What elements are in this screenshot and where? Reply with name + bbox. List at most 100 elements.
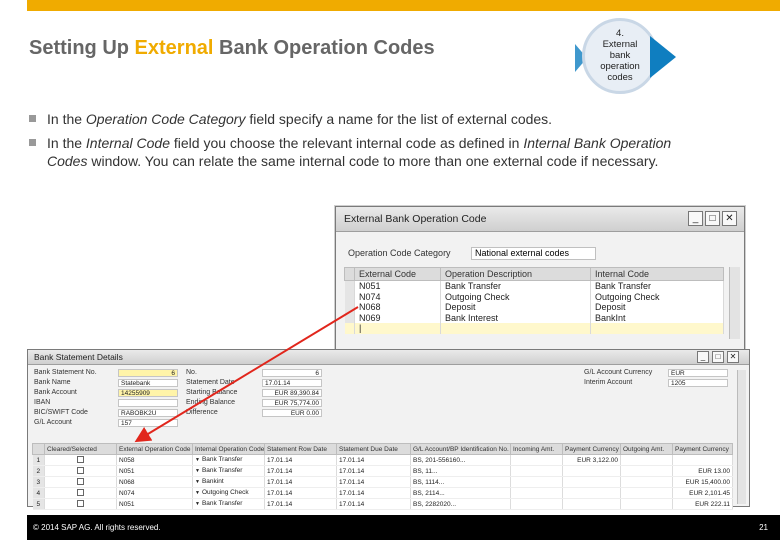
statement-date-field[interactable]: 17.01.14 [262,379,322,387]
table-row[interactable]: N068 Deposit Deposit [344,302,724,313]
description-cell[interactable]: Bank Transfer [440,280,591,292]
internal-code-cell[interactable]: Outgoing Check [590,291,724,302]
bank-statement-no-field[interactable]: 6 [118,369,178,377]
row-date-cell[interactable]: 17.01.14 [264,498,337,510]
payment-currency-cell[interactable]: EUR 3,122.00 [562,454,621,466]
column-header[interactable]: Statement Due Date [336,443,411,455]
column-header[interactable]: Statement Row Date [264,443,337,455]
external-code-cell[interactable]: N068 [116,476,193,488]
dropdown-arrow-icon[interactable]: ▼ [195,489,200,498]
outgoing-amount-cell[interactable] [620,454,673,466]
payment-currency-cell[interactable] [672,454,733,466]
column-header[interactable]: External Operation Code [116,443,193,455]
internal-code-cell[interactable]: ▼ Bank Transfer [192,498,265,510]
payment-currency-cell[interactable]: EUR 222.11 [672,498,733,510]
outgoing-amount-cell[interactable] [620,476,673,488]
incoming-amount-cell[interactable] [510,465,563,477]
internal-code-cell[interactable]: ▼ Bank Transfer [192,465,265,477]
cleared-checkbox-cell[interactable] [44,487,117,499]
starting-balance-field[interactable]: EUR 89,390.84 [262,389,322,397]
internal-code-cell[interactable]: Bank Transfer [590,280,724,292]
due-date-cell[interactable]: 17.01.14 [336,476,411,488]
dropdown-arrow-icon[interactable]: ▼ [195,467,200,476]
row-date-cell[interactable]: 17.01.14 [264,487,337,499]
column-header[interactable]: Cleared/Selected [44,443,117,455]
operation-code-category-field[interactable]: National external codes [471,247,596,260]
dropdown-arrow-icon[interactable]: ▼ [195,456,200,465]
column-header[interactable]: G/L Account/BP Identification No. [410,443,511,455]
description-cell[interactable]: Deposit [440,302,591,313]
payment-currency-cell[interactable] [562,498,621,510]
checkbox[interactable] [77,478,84,486]
maximize-icon[interactable]: □ [712,351,724,363]
incoming-amount-cell[interactable] [510,487,563,499]
gl-account-cell[interactable]: BS, 2282020... [410,498,511,510]
maximize-icon[interactable]: □ [705,211,720,226]
due-date-cell[interactable]: 17.01.14 [336,498,411,510]
column-header[interactable]: Payment Currency [672,443,733,455]
internal-code-cell[interactable]: ▼ Bankint [192,476,265,488]
external-code-cell[interactable]: N051 [116,498,193,510]
window-titlebar[interactable]: Bank Statement Details _ □ ✕ [28,350,749,365]
vertical-scrollbar[interactable] [729,267,740,339]
outgoing-amount-cell[interactable] [620,498,673,510]
table-row-new[interactable]: | [344,323,724,334]
gl-account-cell[interactable]: BS, 2114... [410,487,511,499]
external-code-cell[interactable]: N051 [354,280,441,292]
column-header[interactable]: External Code [354,267,441,281]
outgoing-amount-cell[interactable] [620,465,673,477]
window-titlebar[interactable]: External Bank Operation Code _ □ ✕ [336,207,744,232]
external-code-cell[interactable]: N074 [354,291,441,302]
table-row[interactable]: 5 N051 ▼ Bank Transfer 17.01.14 17.01.14 … [32,498,733,510]
bank-name-field[interactable]: Statebank [118,379,178,387]
close-icon[interactable]: ✕ [722,211,737,226]
table-row[interactable]: 1 N058 ▼ Bank Transfer 17.01.14 17.01.14 … [32,454,733,466]
checkbox[interactable] [77,489,84,497]
table-row[interactable]: N074 Outgoing Check Outgoing Check [344,291,724,302]
due-date-cell[interactable]: 17.01.14 [336,487,411,499]
table-row[interactable]: 2 N051 ▼ Bank Transfer 17.01.14 17.01.14 … [32,465,733,477]
internal-code-cell[interactable]: BankInt [590,312,724,323]
cleared-checkbox-cell[interactable] [44,476,117,488]
internal-code-cell[interactable]: ▼ Bank Transfer [192,454,265,466]
payment-currency-cell[interactable]: EUR 13.00 [672,465,733,477]
external-code-cell[interactable]: N069 [354,312,441,323]
external-code-cell[interactable]: | [354,323,441,334]
incoming-amount-cell[interactable] [510,476,563,488]
due-date-cell[interactable]: 17.01.14 [336,465,411,477]
gl-account-cell[interactable]: BS, 201-556160... [410,454,511,466]
external-code-cell[interactable]: N058 [116,454,193,466]
bank-account-field[interactable]: 14255909 [118,389,178,397]
row-date-cell[interactable]: 17.01.14 [264,476,337,488]
table-row[interactable]: 4 N074 ▼ Outgoing Check 17.01.14 17.01.14… [32,487,733,499]
close-icon[interactable]: ✕ [727,351,739,363]
gl-account-field[interactable]: 157 [118,419,178,427]
column-header[interactable]: Payment Currency [562,443,621,455]
cleared-checkbox-cell[interactable] [44,454,117,466]
checkbox[interactable] [77,500,84,508]
difference-field[interactable]: EUR 0.00 [262,409,322,417]
gl-account-cell[interactable]: BS, 1114... [410,476,511,488]
payment-currency-cell[interactable]: EUR 15,400.00 [672,476,733,488]
row-date-cell[interactable]: 17.01.14 [264,465,337,477]
incoming-amount-cell[interactable] [510,454,563,466]
internal-code-cell[interactable] [590,323,724,334]
dropdown-arrow-icon[interactable]: ▼ [195,478,200,487]
dropdown-arrow-icon[interactable]: ▼ [195,500,200,509]
description-cell[interactable]: Bank Interest [440,312,591,323]
checkbox[interactable] [77,456,84,464]
payment-currency-cell[interactable] [562,476,621,488]
column-header[interactable]: Outgoing Amt. [620,443,673,455]
external-code-cell[interactable]: N074 [116,487,193,499]
table-row[interactable]: N069 Bank Interest BankInt [344,312,724,323]
vertical-scrollbar[interactable] [737,370,746,504]
payment-currency-cell[interactable] [562,487,621,499]
ending-balance-field[interactable]: EUR 75,774.00 [262,399,322,407]
description-cell[interactable]: Outgoing Check [440,291,591,302]
table-row[interactable]: 3 N068 ▼ Bankint 17.01.14 17.01.14 BS, 11… [32,476,733,488]
internal-code-cell[interactable]: ▼ Outgoing Check [192,487,265,499]
cleared-checkbox-cell[interactable] [44,465,117,477]
cleared-checkbox-cell[interactable] [44,498,117,510]
description-cell[interactable] [440,323,591,334]
row-date-cell[interactable]: 17.01.14 [264,454,337,466]
